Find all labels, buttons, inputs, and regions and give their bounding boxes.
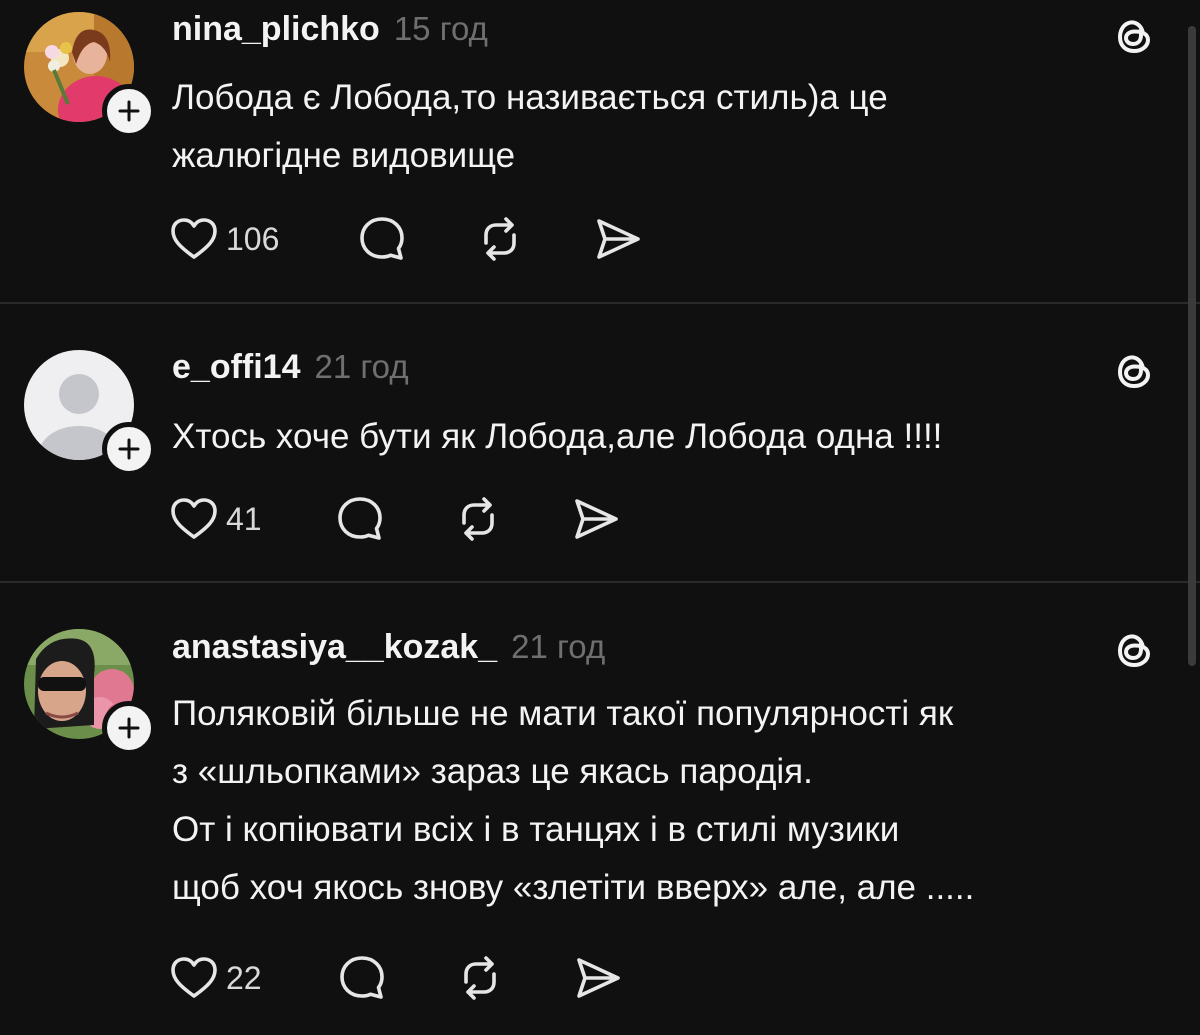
action-bar: 22 [168, 950, 632, 1006]
comment-icon [340, 956, 384, 999]
comment-icon [338, 497, 382, 540]
like-button[interactable]: 106 [168, 213, 356, 265]
scrollbar[interactable] [1188, 26, 1196, 666]
threads-button[interactable] [1112, 627, 1158, 673]
post-card: anastasiya__kozak_ 21 год Поляковій біль… [0, 583, 1200, 1035]
reply-button[interactable] [334, 493, 452, 545]
post-header: nina_plichko 15 год [172, 10, 488, 49]
send-icon [597, 219, 640, 259]
reply-button[interactable] [356, 213, 474, 265]
threads-button[interactable] [1112, 348, 1158, 394]
heart-icon [171, 218, 217, 259]
post-text-line: От і копіювати всіх і в танцях і в стилі… [172, 810, 900, 849]
post-card: nina_plichko 15 год Лобода є Лобода,то н… [0, 0, 1200, 304]
comment-icon [360, 217, 404, 260]
follow-button[interactable] [102, 84, 156, 138]
send-icon [577, 958, 620, 998]
post-text-line: Хтось хоче бути як Лобода,але Лобода одн… [172, 417, 943, 456]
avatar-container[interactable] [24, 12, 156, 138]
username[interactable]: nina_plichko [172, 10, 380, 49]
timestamp: 15 год [393, 10, 488, 47]
action-bar: 41 [168, 491, 630, 547]
post-text: Хтось хоче бути як Лобода,але Лобода одн… [172, 408, 1162, 466]
repost-icon [462, 497, 494, 541]
like-count: 106 [226, 220, 280, 257]
heart-icon [171, 498, 217, 539]
post-text-line: Поляковій більше не мати такої популярно… [172, 694, 954, 733]
timestamp: 21 год [511, 628, 606, 665]
action-bar: 106 [168, 211, 652, 267]
username[interactable]: e_offi14 [172, 348, 301, 387]
threads-feed: nina_plichko 15 год Лобода є Лобода,то н… [0, 0, 1200, 1035]
follow-button[interactable] [102, 701, 156, 755]
username[interactable]: anastasiya__kozak_ [172, 628, 497, 667]
post-text: Лобода є Лобода,то називається стиль)а ц… [172, 69, 1162, 185]
post-header: anastasiya__kozak_ 21 год [172, 628, 605, 667]
post-text-line: з «шльопками» зараз це якась пародія. [172, 752, 813, 791]
post-header: e_offi14 21 год [172, 348, 409, 387]
like-button[interactable]: 41 [168, 493, 334, 545]
heart-icon [171, 957, 217, 998]
share-button[interactable] [592, 213, 652, 265]
like-button[interactable]: 22 [168, 952, 336, 1004]
repost-button[interactable] [474, 213, 592, 265]
send-icon [575, 499, 618, 539]
post-text: Поляковій більше не мати такої популярно… [172, 685, 1162, 917]
repost-icon [464, 956, 496, 1000]
repost-button[interactable] [452, 493, 570, 545]
like-count: 22 [226, 959, 262, 996]
follow-button[interactable] [102, 422, 156, 476]
reply-button[interactable] [336, 952, 454, 1004]
share-button[interactable] [570, 493, 630, 545]
share-button[interactable] [572, 952, 632, 1004]
repost-icon [484, 217, 516, 261]
post-text-line: Лобода є Лобода,то називається стиль)а ц… [172, 78, 888, 117]
plus-icon [118, 100, 140, 122]
threads-logo-icon [1118, 355, 1150, 388]
timestamp: 21 год [314, 348, 409, 385]
post-text-line: жалюгідне видовище [172, 136, 516, 175]
like-count: 41 [226, 500, 262, 537]
post-card: e_offi14 21 год Хтось хоче бути як Лобод… [0, 304, 1200, 582]
avatar-container[interactable] [24, 629, 156, 755]
threads-button[interactable] [1112, 13, 1158, 59]
post-text-line: щоб хоч якось знову «злетіти вверх» але,… [172, 868, 975, 907]
plus-icon [118, 438, 140, 460]
threads-logo-icon [1118, 20, 1150, 53]
threads-logo-icon [1118, 634, 1150, 667]
plus-icon [118, 717, 140, 739]
avatar-container[interactable] [24, 350, 156, 476]
repost-button[interactable] [454, 952, 572, 1004]
